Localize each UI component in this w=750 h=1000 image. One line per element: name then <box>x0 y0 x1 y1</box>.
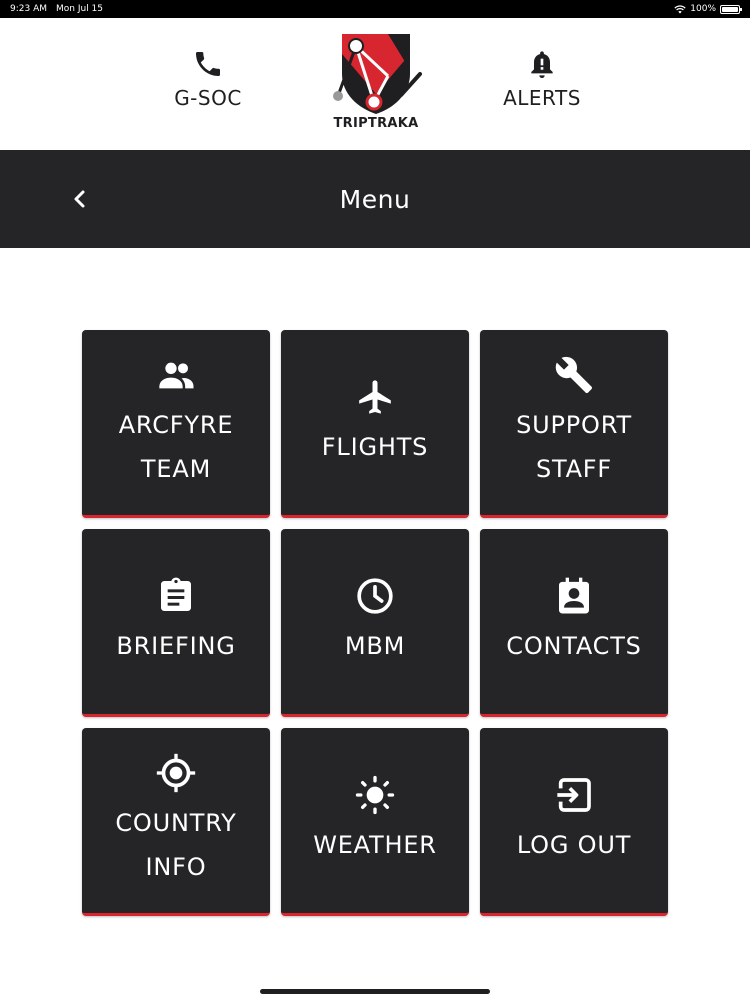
gsoc-label: G-SOC <box>174 86 242 110</box>
tile-label-line2: STAFF <box>535 454 613 483</box>
tile-weather[interactable]: WEATHER <box>281 728 469 916</box>
tile-contacts[interactable]: CONTACTS <box>480 529 668 717</box>
triptraka-logo: TRIPTRAKA <box>326 30 426 134</box>
airplane-icon <box>359 379 391 414</box>
alerts-label: ALERTS <box>503 86 581 110</box>
status-date: Mon Jul 15 <box>56 4 104 14</box>
alerts-button[interactable]: ALERTS <box>490 48 594 110</box>
menu-title-bar: Menu <box>0 150 750 248</box>
battery-fill <box>722 6 738 12</box>
logout-icon <box>557 777 591 812</box>
phone-icon <box>196 52 220 76</box>
tile-label-line1: BRIEFING <box>116 631 236 660</box>
tile-log-out[interactable]: LOG OUT <box>480 728 668 916</box>
tile-label-line1: SUPPORT <box>516 410 632 439</box>
people-icon <box>159 362 194 388</box>
tile-country-info[interactable]: COUNTRY INFO <box>82 728 270 916</box>
gsoc-button[interactable]: G-SOC <box>160 48 256 110</box>
app-header: G-SOC TRIPTRAKA ALERTS <box>0 18 750 150</box>
wifi-icon <box>674 4 686 13</box>
tile-label-line1: MBM <box>344 631 406 660</box>
clock-icon <box>357 577 393 614</box>
clipboard-icon <box>161 577 191 611</box>
battery-icon <box>720 4 742 14</box>
tile-briefing[interactable]: BRIEFING <box>82 529 270 717</box>
crosshair-icon <box>156 753 196 792</box>
wrench-icon <box>555 356 592 393</box>
status-time: 9:23 AM <box>10 4 47 14</box>
tile-label-line1: ARCFYRE <box>118 410 234 439</box>
tile-label-line2: TEAM <box>140 454 212 483</box>
tile-support-staff[interactable]: SUPPORT STAFF <box>480 330 668 518</box>
logo-text: TRIPTRAKA <box>333 116 419 131</box>
page-title: Menu <box>339 184 411 214</box>
tile-flights[interactable]: FLIGHTS <box>281 330 469 518</box>
bell-alert-icon <box>531 51 553 78</box>
tile-arcfyre-team[interactable]: ARCFYRE TEAM <box>82 330 270 518</box>
tile-label-line1: CONTACTS <box>506 631 642 660</box>
tile-label-line1: COUNTRY <box>115 808 237 837</box>
logo-shield-icon <box>333 34 422 114</box>
tile-label-line2: INFO <box>145 852 207 881</box>
home-indicator[interactable] <box>260 989 490 994</box>
tile-mbm[interactable]: MBM <box>281 529 469 717</box>
chevron-left-icon <box>74 190 85 208</box>
sun-icon <box>355 775 395 814</box>
battery-percent: 100% <box>690 4 716 14</box>
status-bar: 9:23 AM Mon Jul 15 100% <box>0 0 750 18</box>
tile-label-line1: LOG OUT <box>516 830 632 859</box>
back-button[interactable] <box>64 183 96 215</box>
contact-card-icon <box>559 577 589 613</box>
tile-label-line1: WEATHER <box>313 830 437 859</box>
tile-label-line1: FLIGHTS <box>321 432 429 461</box>
